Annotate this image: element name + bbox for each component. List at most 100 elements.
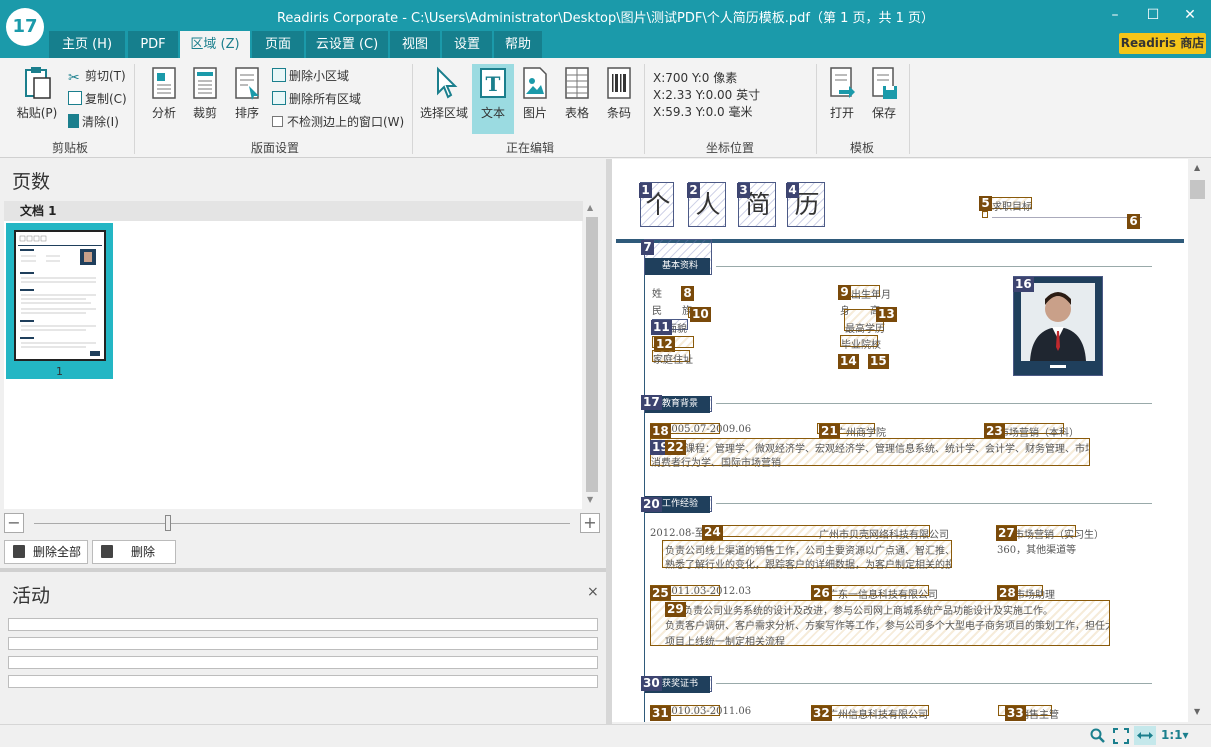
trash-icon — [13, 545, 25, 558]
scroll-down-icon[interactable]: ▼ — [1194, 707, 1200, 716]
clear-button[interactable]: 清除(I) — [68, 112, 119, 132]
text-icon: T — [480, 68, 506, 98]
table-icon — [565, 67, 589, 99]
trash-icon — [68, 114, 79, 128]
crop-button[interactable]: 裁剪 — [184, 64, 226, 134]
zone-small[interactable] — [982, 211, 988, 218]
zone-number: 2 — [687, 183, 700, 198]
scissors-icon: ✂ — [68, 70, 80, 86]
zone-school[interactable]: 毕业院校 — [840, 335, 881, 351]
delete-all-zones-button[interactable]: 删除所有区域 — [272, 89, 361, 109]
close-window-button[interactable]: ✕ — [1170, 4, 1210, 26]
select-zone-label: 选择区域 — [419, 106, 468, 120]
thumbnail-zoom-row: − + — [4, 513, 602, 535]
zone-text: 广州商学院 — [836, 428, 886, 439]
zone-number: 23 — [984, 424, 1005, 439]
coord-pixels: X:700 Y:0 像素 — [653, 71, 738, 85]
tab-cloud-settings[interactable]: 云设置 (C) — [306, 31, 388, 58]
cursor-arrow-icon — [437, 66, 458, 99]
cut-button[interactable]: ✂ 剪切(T) — [68, 66, 126, 86]
thumbnail-area: 1 — [4, 221, 582, 509]
store-button[interactable]: Readiris 商店 — [1119, 33, 1206, 54]
ignore-edge-windows-checkbox[interactable]: 不检测边上的窗口(W) — [272, 112, 404, 132]
minimize-button[interactable]: – — [1095, 4, 1135, 26]
barcode-zone-button[interactable]: 条码 — [598, 64, 640, 134]
zone-number: 4 — [786, 183, 799, 198]
fit-page-icon[interactable] — [1113, 728, 1129, 744]
activity-close-button[interactable]: × — [587, 584, 599, 600]
checkbox-icon[interactable] — [272, 116, 283, 127]
copy-button[interactable]: 复制(C) — [68, 89, 127, 109]
zone-text: 负责客户调研、客户需求分析、方案写作等工作，参与公司多个大型电子商务项目的策划工… — [665, 621, 1109, 632]
zoom-slider-track[interactable] — [34, 523, 570, 524]
zone-text: 2011.03-2012.03 — [665, 586, 752, 597]
label-surname: 姓 — [652, 289, 662, 300]
maximize-button[interactable]: ☐ — [1133, 4, 1173, 26]
activity-progress-bar — [8, 675, 598, 688]
delete-button[interactable]: 删除 — [92, 540, 176, 564]
panel-divider[interactable] — [0, 568, 606, 572]
zone-number: 26 — [811, 586, 832, 601]
tab-pages[interactable]: 页面 — [252, 31, 304, 58]
analyze-button[interactable]: 分析 — [143, 64, 185, 134]
zoom-level-dropdown[interactable]: 1:1▾ — [1161, 728, 1189, 742]
zone-text: 家庭住址 — [653, 355, 693, 366]
delete-all-label: 删除全部 — [33, 545, 82, 559]
save-template-button[interactable]: 保存 — [863, 64, 905, 134]
thumbnail-scrollbar-thumb[interactable] — [586, 217, 598, 492]
page-thumbnail[interactable]: 1 — [6, 223, 113, 379]
zone-w2-desc[interactable]: 负责公司业务系统的设计及改进，参与公司网上商城系统产品功能设计及实施工作。 负责… — [650, 600, 1110, 648]
scroll-down-icon[interactable]: ▼ — [587, 495, 593, 504]
fit-width-button[interactable] — [1134, 726, 1156, 745]
activity-title: 活动 — [12, 585, 51, 607]
zone-number: 25 — [650, 586, 671, 601]
zone-text: 广州市贝壳网络科技有限公司 — [819, 530, 949, 541]
tab-help[interactable]: 帮助 — [494, 31, 542, 58]
magnifier-icon[interactable] — [1090, 728, 1106, 744]
document-view[interactable]: 个 人 简 历 1 2 3 4 求职目标 5 6 基本资料 7 姓 民 族 8 … — [612, 159, 1188, 722]
zone-w1-company[interactable]: 广州市贝壳网络科技有限公司 — [702, 525, 949, 541]
text-zone-label: 文本 — [480, 106, 505, 120]
paste-label: 粘贴(P) — [16, 106, 58, 120]
zone-text: 最高学历 — [845, 324, 885, 335]
zone-w1-desc[interactable]: 负责公司线上渠道的销售工作，公司主要资源以广点通、智汇推、百度 熟悉了解行业的变… — [662, 540, 952, 571]
scroll-up-icon[interactable]: ▲ — [587, 203, 593, 212]
zoom-in-button[interactable]: + — [580, 513, 600, 533]
open-template-button[interactable]: 打开 — [821, 64, 863, 134]
job-target-line — [992, 217, 1142, 218]
tab-zones[interactable]: 区域 (Z) — [180, 31, 250, 58]
sort-button[interactable]: 排序 — [226, 64, 268, 134]
save-template-label: 保存 — [871, 106, 896, 120]
zoom-out-button[interactable]: − — [4, 513, 24, 533]
zone-number: 27 — [996, 526, 1017, 541]
zoom-slider-handle[interactable] — [165, 515, 171, 531]
w1-note: 360，其他渠道等 — [997, 545, 1077, 556]
table-zone-button[interactable]: 表格 — [556, 64, 598, 134]
text-zone-button[interactable]: T 文本 — [472, 64, 514, 134]
zone-number: 5 — [979, 196, 992, 211]
document-scrollbar-thumb[interactable] — [1190, 180, 1205, 199]
open-template-icon — [830, 67, 855, 98]
tab-home[interactable]: 主页 (H) — [49, 31, 125, 58]
document-header[interactable]: 文档 1 — [4, 201, 584, 221]
pages-panel: 页数 文档 1 1 ▲ ▼ − + 删除全部 删除 活动 × — [0, 159, 606, 724]
select-zone-button[interactable]: 选择区域 — [418, 64, 470, 134]
image-zone-label: 图片 — [522, 106, 547, 120]
activity-progress-bar — [8, 656, 598, 669]
document-scrollbar[interactable]: ▲ ▼ — [1188, 159, 1208, 722]
zone-edu-courses[interactable]: 主修课程：管理学、微观经济学、宏观经济学、管理信息系统、统计学、会计学、财务管理… — [650, 438, 1090, 469]
delete-all-button[interactable]: 删除全部 — [4, 540, 88, 564]
paste-button[interactable]: 粘贴(P) — [15, 64, 59, 134]
zone-address[interactable]: 家庭住址 — [652, 350, 693, 366]
zone-number: 29 — [665, 602, 686, 617]
tab-settings[interactable]: 设置 — [442, 31, 492, 58]
image-zone-button[interactable]: 图片 — [514, 64, 556, 134]
zone-number: 32 — [811, 706, 832, 721]
delete-small-zones-button[interactable]: 删除小区域 — [272, 66, 349, 86]
tab-pdf[interactable]: PDF — [128, 31, 178, 58]
tab-view[interactable]: 视图 — [390, 31, 440, 58]
delete-all-zones-label: 删除所有区域 — [289, 92, 362, 106]
image-icon — [523, 67, 547, 99]
crop-icon — [193, 67, 217, 99]
scroll-up-icon[interactable]: ▲ — [1194, 163, 1200, 172]
